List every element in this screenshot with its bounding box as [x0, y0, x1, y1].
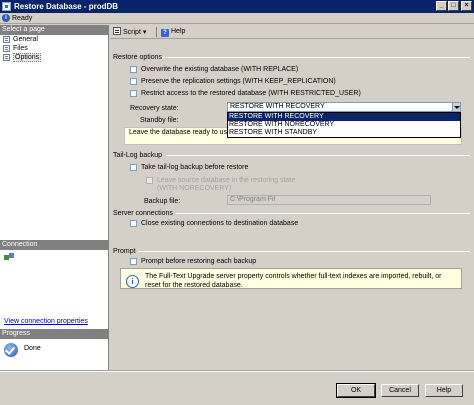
recovery-state-value: RESTORE WITH RECOVERY [230, 103, 325, 110]
page-icon [3, 36, 10, 43]
help-label: Help [171, 28, 186, 35]
group-divider [138, 251, 470, 252]
done-check-icon [4, 343, 18, 357]
database-icon [2, 2, 11, 11]
script-label: Script [123, 29, 141, 36]
close-button[interactable]: × [461, 1, 472, 11]
close-connections-label: Close existing connections to destinatio… [141, 220, 299, 227]
recovery-state-dropdown: RESTORE WITH RECOVERY RESTORE WITH NOREC… [227, 112, 461, 138]
dropdown-option[interactable]: RESTORE WITH NORECOVERY [228, 121, 460, 129]
overwrite-label: Overwrite the existing database (WITH RE… [141, 66, 299, 73]
nav-item-label: Files [13, 45, 28, 52]
select-page-header: Select a page [0, 25, 108, 35]
chevron-down-icon[interactable] [452, 103, 460, 111]
window-title: Restore Database - prodDB [14, 2, 119, 11]
status-strip: i Ready [0, 13, 474, 24]
recovery-state-select[interactable]: RESTORE WITH RECOVERY [227, 102, 461, 112]
nav-item-files[interactable]: Files [0, 44, 108, 53]
help-button[interactable]: Help [425, 384, 463, 397]
connection-header: Connection [0, 240, 108, 250]
info-icon: i [2, 14, 10, 22]
status-text: Ready [12, 15, 33, 22]
backup-file-label: Backup file: [144, 198, 181, 205]
script-button[interactable]: Script ▾ [113, 27, 146, 37]
server-connection-icon [4, 253, 14, 262]
preserve-replication-checkbox[interactable] [130, 78, 137, 85]
overwrite-checkbox[interactable] [130, 66, 137, 73]
nav-item-label: Options [13, 53, 42, 62]
recovery-state-label: Recovery state: [130, 105, 179, 112]
take-tail-log-checkbox[interactable] [130, 164, 137, 171]
chevron-down-icon[interactable]: ▾ [143, 29, 147, 36]
dropdown-option[interactable]: RESTORE WITH STANDBY [228, 129, 460, 137]
leave-source-sublabel: (WITH NORECOVERY) [157, 185, 232, 192]
progress-status: Done [24, 345, 41, 352]
prompt-title: Prompt [113, 248, 136, 255]
toolbar-separator [156, 27, 157, 37]
restore-options-title: Restore options [113, 54, 163, 61]
prompt-before-label: Prompt before restoring each backup [141, 258, 257, 265]
title-bar: Restore Database - prodDB _ □ × [0, 0, 474, 13]
close-connections-checkbox[interactable] [130, 220, 137, 227]
nav-item-options[interactable]: Options [0, 53, 108, 62]
ok-button[interactable]: OK [336, 383, 376, 398]
minimize-button[interactable]: _ [436, 1, 447, 11]
leave-source-checkbox[interactable] [146, 177, 153, 184]
take-tail-log-label: Take tail-log backup before restore [141, 164, 249, 171]
group-divider [162, 57, 470, 58]
page-icon [3, 45, 10, 52]
standby-file-label: Standby file: [140, 117, 179, 124]
toolbar: Script ▾ ? Help [110, 25, 474, 39]
recovery-description-text: Leave the database ready to use by [129, 129, 241, 136]
script-icon [113, 27, 121, 35]
cancel-button[interactable]: Cancel [381, 384, 419, 397]
information-icon: i [126, 275, 139, 288]
prompt-before-checkbox[interactable] [130, 258, 137, 265]
nav-item-general[interactable]: General [0, 35, 108, 44]
maximize-button[interactable]: □ [448, 1, 459, 11]
nav-item-label: General [13, 36, 38, 43]
tail-log-title: Tail-Log backup [113, 152, 163, 159]
group-divider [176, 213, 470, 214]
view-connection-properties-link[interactable]: View connection properties [4, 318, 88, 325]
restrict-access-checkbox[interactable] [130, 90, 137, 97]
full-text-info-box: i The Full-Text Upgrade server property … [120, 268, 462, 289]
help-icon: ? [161, 29, 169, 37]
backup-file-input[interactable]: C:\Program Fil [227, 195, 431, 205]
page-icon [3, 54, 10, 61]
server-connections-title: Server connections [113, 210, 173, 217]
help-toolbar-button[interactable]: ? Help [161, 27, 185, 37]
dropdown-option[interactable]: RESTORE WITH RECOVERY [228, 113, 460, 121]
progress-header: Progress [0, 329, 108, 339]
options-panel: Script ▾ ? Help Restore options Overwrite… [110, 25, 474, 371]
dialog-button-bar: OK Cancel Help [0, 371, 474, 405]
group-divider [166, 155, 470, 156]
preserve-replication-label: Preserve the replication settings (WITH … [141, 78, 336, 85]
restrict-access-label: Restrict access to the restored database… [141, 90, 361, 97]
full-text-info-text: The Full-Text Upgrade server property co… [145, 273, 442, 289]
